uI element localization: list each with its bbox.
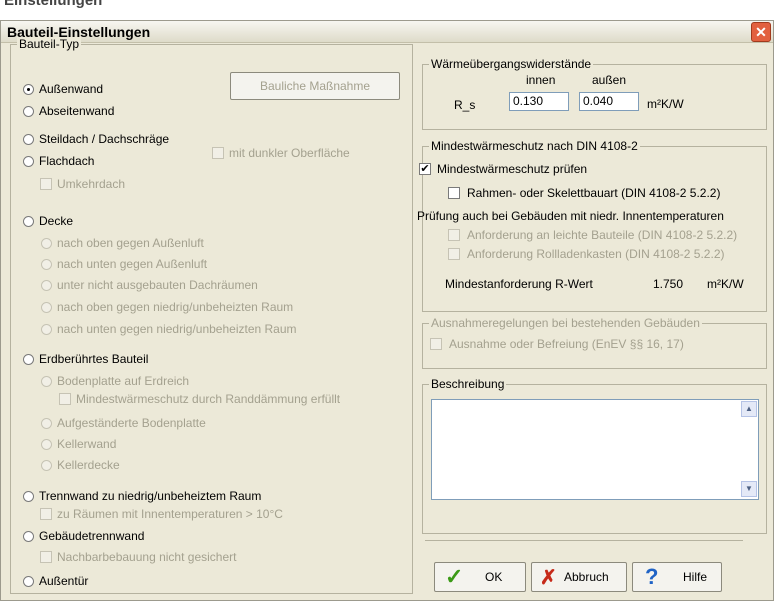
radio-aussentuer[interactable] xyxy=(23,576,34,587)
title-bar: Bauteil-Einstellungen ✕ xyxy=(1,21,773,43)
label-decke-oben-aussen: nach oben gegen Außenluft xyxy=(57,236,204,250)
cross-icon: ✗ xyxy=(540,567,557,589)
rs-unit: m²K/W xyxy=(647,97,684,111)
anforderung-label: Mindestanforderung R-Wert xyxy=(445,277,593,291)
ausnahme-group: Ausnahmeregelungen bei bestehenden Gebäu… xyxy=(422,316,767,369)
radio-decke-oben-niedrig[interactable] xyxy=(41,302,52,313)
scroll-down-button[interactable]: ▼ xyxy=(741,481,757,497)
radio-decke-oben-aussen[interactable] xyxy=(41,238,52,249)
label-aufgestaendert: Aufgeständerte Bodenplatte xyxy=(57,416,206,430)
background-strip: Einstellungen xyxy=(0,0,774,20)
label-kellerwand: Kellerwand xyxy=(57,437,117,451)
dialog-window: Bauteil-Einstellungen ✕ Bauteil-Typ Baul… xyxy=(0,20,774,601)
label-befreiung: Ausnahme oder Befreiung (EnEV §§ 16, 17) xyxy=(449,337,684,351)
waerme-group: Wärmeübergangswiderstände innen außen R_… xyxy=(422,57,767,130)
label-aussenwand: Außenwand xyxy=(39,82,104,96)
label-nachbar: Nachbarbebauung nicht gesichert xyxy=(57,550,237,564)
label-trennwand: Trennwand zu niedrig/unbeheiztem Raum xyxy=(39,489,262,503)
mindest-group: Mindestwärmeschutz nach DIN 4108-2 ✔ Min… xyxy=(417,139,767,312)
radio-kellerdecke[interactable] xyxy=(41,460,52,471)
radio-decke-unten-niedrig[interactable] xyxy=(41,324,52,335)
scroll-up-button[interactable]: ▲ xyxy=(741,401,757,417)
waerme-legend: Wärmeübergangswiderstände xyxy=(429,57,594,71)
radio-bodenplatte[interactable] xyxy=(41,376,52,387)
checkbox-pruefen[interactable]: ✔ xyxy=(419,163,431,175)
checkbox-rollladen[interactable] xyxy=(448,248,460,260)
bauliche-massnahme-button[interactable]: Bauliche Maßnahme xyxy=(230,72,400,100)
ok-label: OK xyxy=(485,570,503,584)
aussen-label: außen xyxy=(592,73,627,87)
label-decke-unten-niedrig: nach unten gegen niedrig/unbeheizten Rau… xyxy=(57,322,297,336)
hilfe-button[interactable]: ? Hilfe xyxy=(632,562,722,592)
label-decke-oben-niedrig: nach oben gegen niedrig/unbeheizten Raum xyxy=(57,300,294,314)
background-strip-text: Einstellungen xyxy=(4,0,103,9)
checkbox-dunkle-oberflaeche[interactable] xyxy=(212,147,224,159)
checkbox-leichte[interactable] xyxy=(448,229,460,241)
rs-aussen-input[interactable]: 0.040 xyxy=(579,92,639,111)
innen-label: innen xyxy=(526,73,556,87)
radio-steildach[interactable] xyxy=(23,134,34,145)
label-bodenplatte: Bodenplatte auf Erdreich xyxy=(57,374,190,388)
abbruch-label: Abbruch xyxy=(564,570,609,584)
beschreibung-group: Beschreibung ▲ ▼ xyxy=(422,377,767,534)
label-steildach: Steildach / Dachschräge xyxy=(39,132,170,146)
label-umkehrdach: Umkehrdach xyxy=(57,177,126,191)
bauteil-typ-legend: Bauteil-Typ xyxy=(17,37,82,51)
anforderung-value: 1.750 xyxy=(653,277,684,291)
beschreibung-legend: Beschreibung xyxy=(429,377,507,391)
label-kellerdecke: Kellerdecke xyxy=(57,458,120,472)
label-abseitenwand: Abseitenwand xyxy=(39,104,115,118)
checkbox-rahmen[interactable] xyxy=(448,187,460,199)
checkbox-umkehrdach[interactable] xyxy=(40,178,52,190)
rs-innen-input[interactable]: 0.130 xyxy=(509,92,569,111)
help-icon: ? xyxy=(645,564,659,589)
label-randdaemmung: Mindestwärmeschutz durch Randdämmung erf… xyxy=(76,392,341,406)
check-icon: ✓ xyxy=(445,564,464,589)
radio-gebaeudetrennwand[interactable] xyxy=(23,531,34,542)
label-pruefen: Mindestwärmeschutz prüfen xyxy=(437,162,588,176)
hilfe-label: Hilfe xyxy=(683,570,708,584)
radio-decke-unten-aussen[interactable] xyxy=(41,259,52,270)
pruefung-text: Prüfung auch bei Gebäuden mit niedr. Inn… xyxy=(417,209,724,223)
ok-button[interactable]: ✓ OK xyxy=(434,562,526,592)
anforderung-unit: m²K/W xyxy=(707,277,744,291)
rs-label: R_s xyxy=(454,98,476,112)
divider xyxy=(425,540,743,541)
label-erdberuehrt: Erdberührtes Bauteil xyxy=(39,352,149,366)
mindest-legend: Mindestwärmeschutz nach DIN 4108-2 xyxy=(429,139,640,153)
checkbox-randdaemmung[interactable] xyxy=(59,393,71,405)
radio-flachdach[interactable] xyxy=(23,156,34,167)
radio-abseitenwand[interactable] xyxy=(23,106,34,117)
abbruch-button[interactable]: ✗ Abbruch xyxy=(531,562,627,592)
radio-decke-dachraum[interactable] xyxy=(41,280,52,291)
label-rahmen: Rahmen- oder Skelettbauart (DIN 4108-2 5… xyxy=(467,186,721,200)
label-decke-dachraum: unter nicht ausgebauten Dachräumen xyxy=(57,278,258,292)
label-innentemp: zu Räumen mit Innentemperaturen > 10°C xyxy=(57,507,283,521)
label-decke: Decke xyxy=(39,214,74,228)
label-aussentuer: Außentür xyxy=(39,574,89,588)
close-button[interactable]: ✕ xyxy=(751,22,771,42)
radio-aufgestaendert[interactable] xyxy=(41,418,52,429)
label-decke-unten-aussen: nach unten gegen Außenluft xyxy=(57,257,208,271)
ausnahme-legend: Ausnahmeregelungen bei bestehenden Gebäu… xyxy=(429,316,702,330)
radio-trennwand[interactable] xyxy=(23,491,34,502)
bauteil-typ-group: Bauteil-Typ Bauliche Maßnahme Außenwand … xyxy=(10,37,413,594)
radio-kellerwand[interactable] xyxy=(41,439,52,450)
radio-erdberuehrt[interactable] xyxy=(23,354,34,365)
label-gebaeudetrennwand: Gebäudetrennwand xyxy=(39,529,145,543)
checkbox-befreiung[interactable] xyxy=(430,338,442,350)
label-dunkle-oberflaeche: mit dunkler Oberfläche xyxy=(229,146,350,160)
checkbox-nachbar[interactable] xyxy=(40,551,52,563)
radio-aussenwand[interactable] xyxy=(23,84,34,95)
checkbox-innentemp[interactable] xyxy=(40,508,52,520)
radio-decke[interactable] xyxy=(23,216,34,227)
label-rollladen: Anforderung Rollladenkasten (DIN 4108-2 … xyxy=(467,247,725,261)
label-flachdach: Flachdach xyxy=(39,154,95,168)
beschreibung-textarea[interactable] xyxy=(431,399,759,500)
label-leichte: Anforderung an leichte Bauteile (DIN 410… xyxy=(467,228,738,242)
